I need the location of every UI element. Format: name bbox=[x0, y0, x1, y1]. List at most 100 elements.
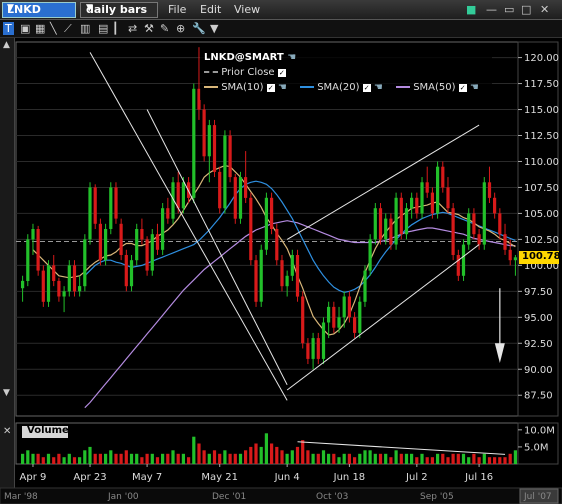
volume-bar bbox=[347, 453, 351, 465]
menu-edit[interactable]: Edit bbox=[200, 3, 221, 16]
volume-bar bbox=[306, 450, 310, 464]
arrow-head bbox=[494, 343, 505, 364]
volume-bar bbox=[270, 443, 274, 464]
candle-up bbox=[62, 291, 66, 297]
trend-tool-icon[interactable]: ⟋ bbox=[64, 22, 72, 36]
overview-tick-label: Sep '05 bbox=[420, 492, 454, 502]
left-scrollbar[interactable]: ▲ ▼ ✕ bbox=[0, 38, 15, 504]
volume-bar bbox=[98, 453, 102, 465]
candle-down bbox=[145, 239, 149, 271]
overview-tick-label: Jan '00 bbox=[107, 492, 139, 502]
candle-down bbox=[280, 260, 284, 287]
overview-tick-label: Jul '07 bbox=[523, 492, 552, 502]
candle-down bbox=[451, 208, 455, 255]
compare-icon[interactable]: ⇄ bbox=[128, 22, 137, 35]
indicator-icon[interactable]: ⚒ bbox=[144, 22, 154, 35]
checkbox-icon[interactable]: ✓ bbox=[266, 84, 275, 92]
volume-bar bbox=[140, 457, 144, 464]
volume-close-icon[interactable]: ✕ bbox=[3, 426, 11, 437]
top-toolbar: LNKD ▼ daily bars ▼ File Edit View ■ — ▭… bbox=[0, 0, 562, 20]
candle-up bbox=[420, 182, 424, 214]
volume-bar bbox=[493, 457, 497, 464]
volume-bar bbox=[311, 453, 315, 465]
volume-bar bbox=[57, 453, 61, 465]
text-tool-icon[interactable]: T bbox=[3, 22, 14, 35]
menu-down-icon[interactable]: ▼ bbox=[210, 22, 218, 35]
candle-up bbox=[192, 88, 196, 198]
cube-icon[interactable]: ■ bbox=[466, 3, 476, 16]
bar-style-icon[interactable]: ┃ bbox=[112, 22, 119, 35]
grid-icon[interactable]: ▦ bbox=[35, 22, 45, 35]
line-tool-icon[interactable]: ╲ bbox=[50, 22, 57, 35]
minimize-icon[interactable]: — bbox=[486, 3, 497, 16]
volume-label-box: Volume bbox=[22, 425, 69, 438]
maximize-icon[interactable]: □ bbox=[521, 3, 531, 16]
monitor-icon[interactable]: ▣ bbox=[20, 22, 30, 35]
candle-up bbox=[67, 265, 71, 292]
volume-bar bbox=[353, 457, 357, 464]
volume-bar bbox=[399, 453, 403, 465]
candle-up bbox=[46, 265, 51, 302]
close-icon[interactable]: ✕ bbox=[540, 3, 549, 16]
checkbox-icon[interactable]: ✓ bbox=[458, 84, 467, 92]
trend-line bbox=[89, 52, 288, 401]
scroll-down-icon[interactable]: ▼ bbox=[3, 388, 10, 398]
volume-bar bbox=[295, 446, 300, 464]
volume-axis-area bbox=[517, 422, 559, 465]
pointer-icon: ☚ bbox=[469, 82, 479, 93]
volume-bar bbox=[275, 446, 279, 464]
volume-bar bbox=[72, 457, 77, 464]
study-icon[interactable]: ✎ bbox=[160, 22, 169, 35]
volume-bar bbox=[321, 450, 326, 464]
candle-up bbox=[26, 239, 30, 281]
volume-bar bbox=[430, 457, 434, 464]
candle-down bbox=[249, 197, 253, 261]
y-tick-label: 95.00 bbox=[524, 313, 553, 324]
scroll-up-icon[interactable]: ▲ bbox=[3, 40, 10, 50]
candle-down bbox=[212, 125, 217, 172]
candle-up bbox=[482, 182, 486, 245]
legend-item-prior-close: Prior Close ✓ bbox=[204, 67, 286, 78]
candle-up bbox=[461, 244, 466, 276]
y-tick-label: 117.50 bbox=[524, 79, 559, 90]
symbol-selector[interactable]: LNKD ▼ bbox=[2, 2, 76, 18]
bars-icon[interactable]: ▥ bbox=[80, 22, 90, 35]
volume-tick-label: 10.0M bbox=[524, 425, 555, 436]
volume-bar bbox=[181, 453, 185, 465]
menu-file[interactable]: File bbox=[168, 3, 186, 16]
volume-trend-line bbox=[297, 441, 506, 455]
period-selector[interactable]: daily bars ▼ bbox=[80, 2, 158, 18]
volume-bar bbox=[233, 453, 237, 465]
volume-bar bbox=[425, 457, 429, 464]
y-tick-label: 105.00 bbox=[524, 209, 559, 220]
candle-down bbox=[508, 249, 512, 261]
candle-down bbox=[166, 208, 170, 219]
zoom-icon[interactable]: ⊕ bbox=[176, 22, 185, 35]
candle-up bbox=[373, 208, 377, 240]
volume-bar bbox=[21, 453, 25, 465]
chart-type-icon[interactable]: ▤ bbox=[98, 22, 108, 35]
volume-bar bbox=[363, 450, 367, 464]
checkbox-icon[interactable]: ✓ bbox=[362, 84, 371, 92]
candle-down bbox=[52, 265, 56, 281]
volume-bar bbox=[36, 453, 40, 465]
volume-tick-label: 5.0M bbox=[524, 442, 549, 453]
volume-bar bbox=[378, 453, 383, 465]
volume-bar bbox=[285, 453, 289, 465]
candle-down bbox=[41, 270, 45, 302]
menu-view[interactable]: View bbox=[234, 3, 260, 16]
wrench-icon[interactable]: 🔧 bbox=[192, 22, 206, 35]
x-tick-label: May 7 bbox=[132, 472, 162, 483]
candle-down bbox=[176, 182, 180, 209]
volume-bar bbox=[384, 453, 388, 465]
volume-bar bbox=[264, 433, 268, 465]
volume-bar bbox=[135, 453, 139, 465]
restore-icon[interactable]: ▭ bbox=[504, 3, 514, 16]
volume-bar bbox=[446, 457, 450, 464]
candle-up bbox=[394, 197, 398, 245]
last-price-value: 100.78 bbox=[522, 251, 561, 262]
candle-up bbox=[321, 322, 326, 359]
volume-bar bbox=[83, 450, 87, 464]
candle-up bbox=[384, 218, 388, 240]
checkbox-icon[interactable]: ✓ bbox=[277, 69, 286, 77]
